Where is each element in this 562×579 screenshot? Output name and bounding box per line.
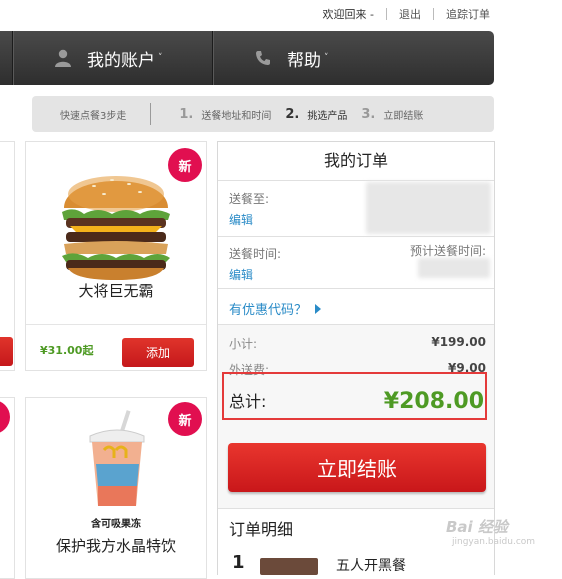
step-label-choose-products[interactable]: 挑选产品 <box>307 107 347 122</box>
welcome-text: 欢迎回来 - <box>322 8 374 21</box>
user-icon <box>55 49 71 67</box>
burger-image <box>62 176 170 280</box>
edit-address-link[interactable]: 编辑 <box>229 211 253 228</box>
detail-product-name: 五人开黑餐 <box>336 558 406 574</box>
checkout-button[interactable]: 立即结账 <box>228 443 486 492</box>
order-title: 我的订单 <box>218 142 494 181</box>
product-caption: 含可吸果冻 <box>91 519 141 530</box>
product-card[interactable]: 新 大将巨无霸 ¥31.00起 添加 <box>25 141 207 371</box>
chevron-down-icon: ˅ <box>324 53 329 63</box>
promo-code-link[interactable]: 有优惠代码？ <box>229 299 322 318</box>
blurred-address <box>366 182 491 234</box>
logout-link[interactable]: 退出 <box>399 6 421 22</box>
detail-quantity: 1 <box>232 552 245 573</box>
main-nav: 我的账户 ˅ 帮助 ˅ <box>0 31 494 85</box>
add-button[interactable]: 添加 <box>122 338 194 367</box>
step-number: 2. <box>285 106 300 122</box>
detail-product-thumbnail <box>260 558 318 575</box>
estimated-time-label: 预计送餐时间: <box>409 244 486 258</box>
divider <box>433 8 434 20</box>
chevron-down-icon: ˅ <box>158 53 163 63</box>
subtotal-value: ¥199.00 <box>431 335 486 349</box>
blurred-time <box>418 258 490 278</box>
order-steps: 快速点餐3步走 1. 送餐地址和时间 2. 挑选产品 3. 立即结账 <box>32 96 494 132</box>
watermark-url: jingyan.baidu.com <box>452 537 536 547</box>
step-label-address-time[interactable]: 送餐地址和时间 <box>201 107 271 122</box>
watermark-logo: Bai 经验 <box>446 518 508 536</box>
delivery-time-label: 送餐时间: <box>229 247 282 261</box>
divider <box>150 103 152 125</box>
product-price: ¥31.00起 <box>40 344 94 357</box>
nav-help-label: 帮助 <box>287 50 321 71</box>
edit-time-link[interactable]: 编辑 <box>229 266 253 283</box>
order-details-title: 订单明细 <box>229 520 294 539</box>
product-card[interactable]: 新 含可吸果冻 保护我方水晶特饮 <box>25 397 207 579</box>
product-name: 保护我方水晶特饮 <box>55 537 176 555</box>
drink-image <box>89 410 145 506</box>
divider <box>218 236 494 237</box>
step-number: 3. <box>361 106 376 122</box>
step-number: 1. <box>179 106 194 122</box>
divider <box>218 288 494 289</box>
subtotal-label: 小计: <box>229 337 258 351</box>
track-order-link[interactable]: 追踪订单 <box>446 6 490 22</box>
step-label-checkout[interactable]: 立即结账 <box>383 107 423 122</box>
nav-divider <box>12 31 14 85</box>
new-badge: 新 <box>168 402 202 436</box>
divider <box>386 8 387 20</box>
triangle-right-icon <box>315 303 322 314</box>
promo-code-label: 有优惠代码？ <box>229 303 308 318</box>
total-value: ¥208.00 <box>383 389 484 414</box>
deliver-to-label: 送餐至: <box>229 192 270 206</box>
my-order-panel: 我的订单 送餐至: 编辑 送餐时间: 预计送餐时间: 编辑 有优惠代码？ 小计:… <box>217 141 495 575</box>
add-button-partial[interactable] <box>0 337 13 366</box>
phone-icon <box>255 50 271 66</box>
divider <box>26 324 206 325</box>
top-links: 欢迎回来 - 退出 追踪订单 <box>323 6 490 22</box>
steps-intro: 快速点餐3步走 <box>60 110 127 122</box>
nav-my-account-label: 我的账户 <box>87 50 155 71</box>
nav-help[interactable]: 帮助 ˅ <box>255 31 329 85</box>
product-name: 大将巨无霸 <box>78 282 154 300</box>
total-label: 总计: <box>229 392 267 411</box>
nav-divider <box>212 31 214 85</box>
nav-my-account[interactable]: 我的账户 ˅ <box>55 31 163 85</box>
